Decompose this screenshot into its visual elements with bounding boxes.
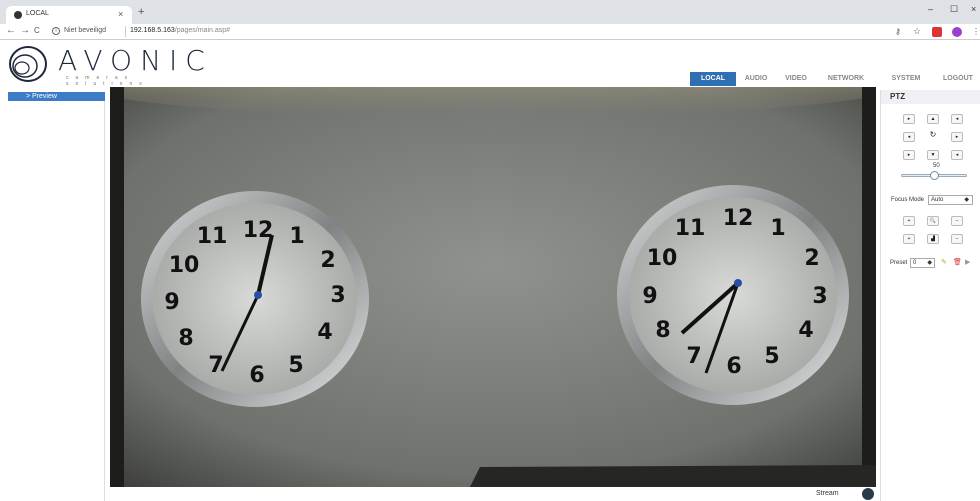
ptz-title: PTZ [881, 90, 980, 104]
stream-label: Stream [816, 490, 839, 497]
insecure-label: Niet beveiligd [64, 27, 107, 34]
svg-text:5: 5 [764, 344, 779, 369]
pan-right-button[interactable]: ▸ [951, 132, 963, 142]
svg-text:9: 9 [642, 284, 657, 309]
tilt-down-button[interactable]: ▼ [927, 150, 939, 160]
info-icon[interactable]: i [52, 27, 60, 35]
svg-text:10: 10 [169, 253, 200, 278]
back-button[interactable]: ← [6, 25, 16, 36]
left-clock-image: 12 12 3 45 6 78 9 10 11 [141, 191, 369, 407]
logo-subtext: cameras solutions [66, 75, 149, 87]
svg-text:7: 7 [208, 353, 223, 378]
address-bar: ← → C i Niet beveiligd 192.168.5.163/pag… [0, 24, 980, 40]
speed-slider-thumb[interactable] [929, 171, 939, 180]
focus-mode-value: Auto [931, 197, 944, 203]
extension-icon[interactable] [932, 27, 942, 37]
omnibox-separator [125, 26, 126, 37]
svg-text:9: 9 [164, 290, 179, 315]
url-path: /pages/main.asp# [174, 27, 231, 34]
focus-near-button[interactable]: + [903, 234, 915, 244]
tab-title: LOCAL [26, 10, 49, 17]
svg-text:4: 4 [798, 318, 813, 343]
svg-text:11: 11 [675, 216, 706, 241]
svg-text:2: 2 [804, 246, 819, 271]
preset-select[interactable]: 0 ◆ [910, 258, 935, 268]
svg-text:4: 4 [317, 320, 332, 345]
svg-text:5: 5 [288, 353, 303, 378]
avonic-logo: AVONIC cameras solutions [8, 42, 218, 88]
pan-down-right-button[interactable]: ◂ [951, 150, 963, 160]
nav-logout[interactable]: LOGOUT [938, 72, 978, 86]
svg-text:6: 6 [249, 363, 264, 388]
profile-avatar[interactable] [952, 27, 962, 37]
focus-mode-label: Focus Mode [891, 197, 925, 203]
svg-text:10: 10 [647, 246, 678, 271]
select-arrow-icon: ◆ [964, 197, 969, 203]
browser-tab[interactable]: LOCAL × [6, 6, 132, 24]
tilt-up-button[interactable]: ▲ [927, 114, 939, 124]
pan-left-button[interactable]: ◂ [903, 132, 915, 142]
speed-value: 50 [933, 163, 940, 169]
ptz-panel: PTZ ▸ ▲ ◂ ◂ ↻ ▸ ▸ ▼ ◂ 50 Focus Mode Auto… [880, 90, 980, 501]
svg-text:1: 1 [770, 216, 785, 241]
nav-system[interactable]: SYSTEM [886, 72, 926, 86]
svg-text:2: 2 [320, 248, 335, 273]
reload-button[interactable]: C [34, 26, 40, 35]
svg-text:12: 12 [243, 218, 274, 243]
svg-text:11: 11 [197, 224, 228, 249]
forward-button[interactable]: → [20, 25, 30, 36]
svg-text:7: 7 [686, 344, 701, 369]
svg-text:8: 8 [178, 326, 193, 351]
nav-local[interactable]: LOCAL [690, 72, 736, 86]
preset-call-icon[interactable]: ▶ [965, 258, 970, 266]
maximize-button[interactable]: ☐ [950, 4, 958, 15]
focus-mode-select[interactable]: Auto ◆ [928, 195, 973, 205]
new-tab-button[interactable]: + [138, 6, 144, 18]
nav-video[interactable]: VIDEO [778, 72, 814, 86]
main-nav: LOCAL AUDIO VIDEO NETWORK SYSTEM LOGOUT [690, 72, 978, 86]
menu-dots-icon[interactable]: ⋮ [972, 27, 980, 36]
svg-text:3: 3 [812, 284, 827, 309]
svg-text:8: 8 [655, 318, 670, 343]
focus-icon: ▟ [927, 234, 939, 244]
preset-delete-icon[interactable]: 🗑 [953, 258, 962, 266]
video-preview[interactable]: 12 1 2 345 678 9 10 11 12 1 2 345 678 9 10 11 [110, 87, 876, 487]
preset-value: 0 [913, 260, 917, 266]
preset-label: Preset [890, 260, 908, 266]
key-icon[interactable]: ⚷ [895, 27, 901, 36]
nav-network[interactable]: NETWORK [820, 72, 872, 86]
camera-frame: 12 12 345 678 91011 12 12 345 678 91011 [110, 87, 876, 487]
right-clock-image: 12 12 345 678 91011 [617, 185, 849, 405]
browser-tab-bar: LOCAL × + – ☐ × [0, 0, 980, 24]
sidebar: > Preview [8, 92, 105, 501]
close-window-button[interactable]: × [971, 4, 976, 14]
url-text: 192.168.5.163/pages/main.asp# [130, 27, 230, 34]
url-host: 192.168.5.163 [130, 27, 175, 34]
logo-mark-icon [9, 46, 47, 82]
home-icon[interactable]: ↻ [927, 130, 939, 140]
select-arrow-icon: ◆ [927, 260, 932, 266]
svg-text:1: 1 [289, 224, 304, 249]
favicon-icon [14, 11, 22, 19]
pan-up-left-button[interactable]: ▸ [903, 114, 915, 124]
zoom-in-button[interactable]: + [903, 216, 915, 226]
svg-text:3: 3 [330, 283, 345, 308]
focus-far-button[interactable]: − [951, 234, 963, 244]
zoom-out-button[interactable]: − [951, 216, 963, 226]
pan-up-right-button[interactable]: ◂ [951, 114, 963, 124]
minimize-button[interactable]: – [928, 4, 933, 14]
nav-audio[interactable]: AUDIO [738, 72, 774, 86]
logo-text: AVONIC [58, 44, 213, 77]
svg-text:12: 12 [723, 206, 754, 231]
preset-set-icon[interactable]: ✎ [941, 258, 947, 266]
tab-close-icon[interactable]: × [118, 9, 123, 19]
bookmark-star-icon[interactable]: ☆ [913, 26, 921, 37]
svg-text:6: 6 [726, 354, 741, 379]
stream-toggle-icon[interactable] [862, 488, 874, 500]
sidebar-item-preview[interactable]: > Preview [8, 92, 105, 101]
url-field[interactable]: i Niet beveiligd 192.168.5.163/pages/mai… [52, 26, 882, 38]
zoom-icon: 🔍 [927, 216, 939, 226]
pan-down-left-button[interactable]: ▸ [903, 150, 915, 160]
